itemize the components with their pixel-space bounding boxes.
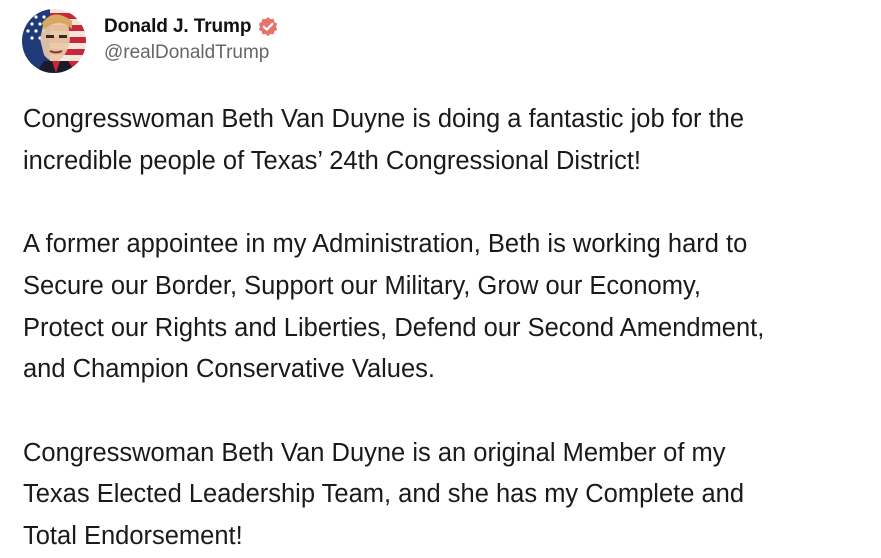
verified-badge-icon [257, 16, 279, 38]
flag-portrait-avatar-icon [22, 9, 86, 73]
post-paragraph: Congresswoman Beth Van Duyne is doing a … [23, 105, 745, 175]
author-avatar[interactable] [22, 9, 86, 73]
post-header: Donald J. Trump @realDonaldTrump [22, 9, 279, 73]
post-paragraph: Congresswoman Beth Van Duyne is an origi… [23, 438, 745, 550]
author-display-name[interactable]: Donald J. Trump [104, 16, 251, 38]
author-identity: Donald J. Trump @realDonaldTrump [104, 13, 279, 64]
post-card: Donald J. Trump @realDonaldTrump Congres… [0, 0, 881, 555]
post-body: Congresswoman Beth Van Duyne is doing a … [23, 99, 873, 558]
post-paragraph: A former appointee in my Administration,… [23, 230, 765, 384]
author-name-row: Donald J. Trump [104, 13, 279, 41]
author-handle[interactable]: @realDonaldTrump [104, 42, 279, 64]
